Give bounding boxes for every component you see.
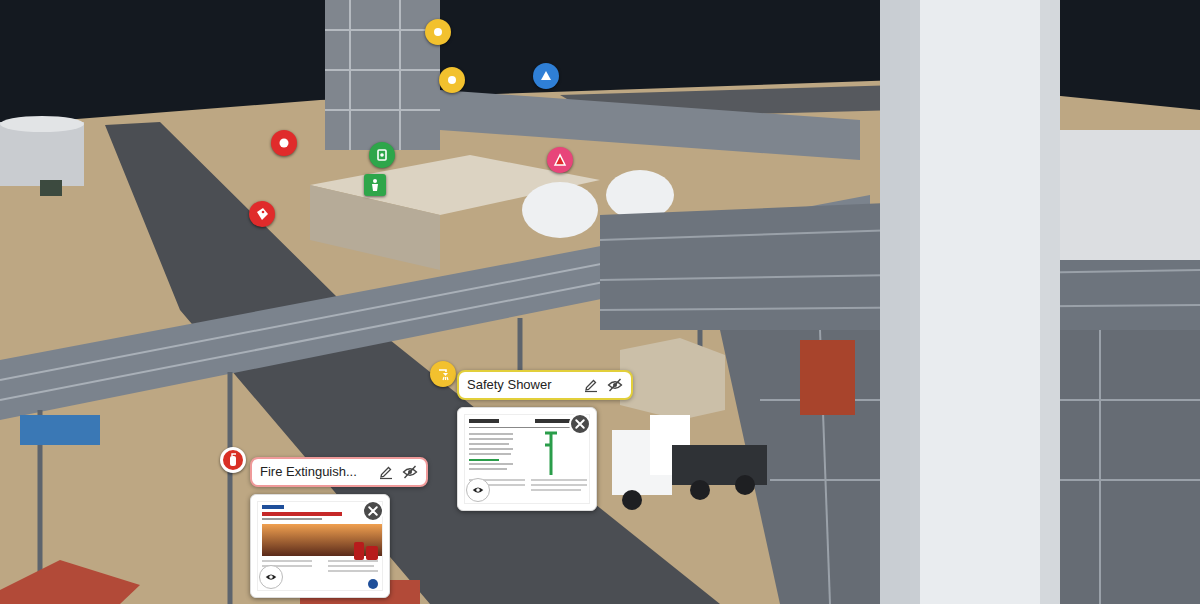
warning-icon [538, 68, 554, 84]
site-viewer[interactable]: Safety Shower Fire Extinguish... [0, 0, 1200, 604]
map-pin[interactable] [439, 67, 465, 93]
marker-icon [276, 135, 292, 151]
map-pin[interactable] [271, 130, 297, 156]
person-icon [367, 177, 383, 193]
close-button[interactable] [569, 413, 591, 435]
marker-icon [430, 24, 446, 40]
map-pin[interactable] [533, 63, 559, 89]
tag-icon [254, 206, 270, 222]
eye-icon [472, 484, 484, 496]
map-pin[interactable] [220, 447, 246, 473]
hazard-icon [552, 152, 568, 168]
view-button[interactable] [259, 565, 283, 589]
shower-icon [435, 366, 451, 382]
view-button[interactable] [466, 478, 490, 502]
map-pin[interactable] [425, 19, 451, 45]
annotation-title: Fire Extinguish... [260, 462, 370, 482]
annotation-title: Safety Shower [467, 375, 575, 395]
hide-icon[interactable] [607, 377, 623, 393]
close-icon [367, 505, 379, 517]
map-pin[interactable] [547, 147, 573, 173]
map-pin[interactable] [430, 361, 456, 387]
close-icon [574, 418, 586, 430]
edit-icon[interactable] [378, 464, 394, 480]
extinguisher-icon [225, 452, 241, 468]
map-pin[interactable] [364, 174, 386, 196]
document-preview[interactable] [457, 407, 597, 511]
eye-icon [265, 571, 277, 583]
site-scene[interactable] [0, 0, 1200, 604]
annotation-label[interactable]: Safety Shower [457, 370, 633, 400]
camera-icon [374, 147, 390, 163]
document-preview[interactable] [250, 494, 390, 598]
marker-icon [444, 72, 460, 88]
annotation-label[interactable]: Fire Extinguish... [250, 457, 428, 487]
edit-icon[interactable] [583, 377, 599, 393]
annotation[interactable]: Safety Shower [457, 370, 633, 511]
hide-icon[interactable] [402, 464, 418, 480]
close-button[interactable] [362, 500, 384, 522]
map-pin[interactable] [369, 142, 395, 168]
map-pin[interactable] [249, 201, 275, 227]
annotation[interactable]: Fire Extinguish... [250, 457, 428, 598]
